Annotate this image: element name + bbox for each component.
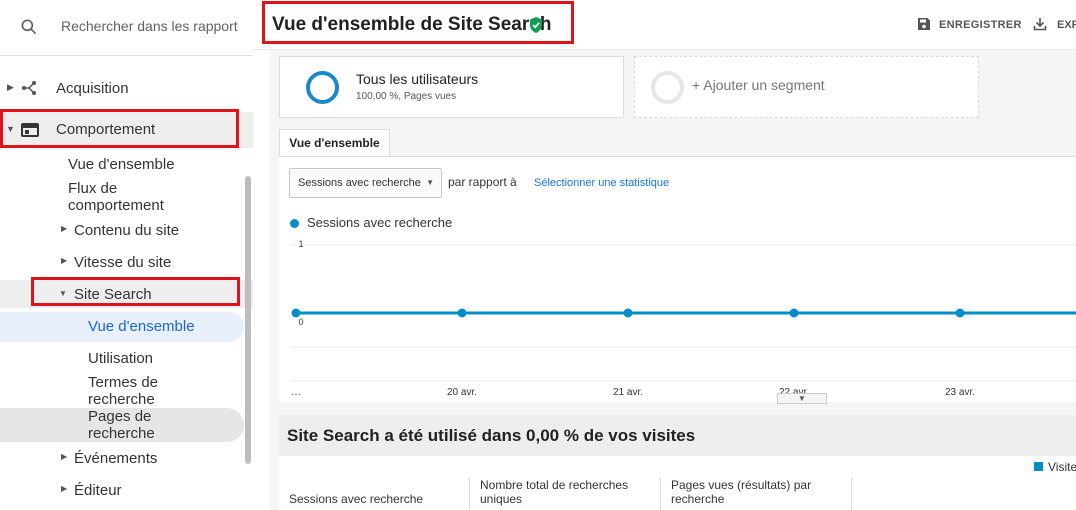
sidebar-item-contenu-site[interactable]: ▶ Contenu du site [0,218,253,242]
report-header: Vue d'ensemble de Site Search ENREGISTRE… [253,0,1076,50]
sidebar-item-vitesse-site[interactable]: ▶ Vitesse du site [0,250,253,274]
sidebar-item-label: Vue d'ensemble [88,318,195,335]
sidebar-item-label: Utilisation [88,350,154,367]
metric-total-searches[interactable]: Nombre total de recherches uniques [480,478,650,506]
verified-shield-icon [530,17,542,33]
sidebar-item-label: Acquisition [56,80,129,97]
select-stat-link[interactable]: Sélectionner une statistique [534,177,669,189]
sidebar-search[interactable]: Rechercher dans les rapport [0,0,253,56]
tab-overview[interactable]: Vue d'ensemble [279,129,390,157]
sidebar-item-label: Vue d'ensemble [68,156,175,173]
compare-label: par rapport à [448,175,517,189]
acquisition-icon [22,81,36,95]
sidebar-item-label: Comportement [56,121,156,138]
sidebar: Rechercher dans les rapport ▶ Acquisitio… [0,0,253,510]
add-segment-button[interactable]: + Ajouter un segment [634,56,979,118]
x-tick-label: 21 avr. [613,387,643,398]
metric-divider [851,478,852,510]
sidebar-item-evenements[interactable]: ▶ Événements [0,446,253,470]
caret-down-icon: ▼ [59,289,67,298]
save-label: ENREGISTRER [939,19,1022,31]
sidebar-item-label: Vitesse du site [74,254,172,271]
caret-down-icon: ▼ [6,124,15,134]
sidebar-item-label: Contenu du site [74,222,180,239]
sidebar-item-label: Flux de comportement [68,180,164,214]
metric-divider [660,478,661,510]
segment-all-users[interactable]: Tous les utilisateurs 100,00 %, Pages vu… [279,56,624,118]
metric-select[interactable]: Sessions avec recherche ▼ [289,168,442,198]
sidebar-item-ss-pages[interactable]: Pages de recherche [0,408,244,442]
caret-right-icon: ▶ [61,224,68,233]
sidebar-item-vue-ensemble[interactable]: Vue d'ensemble [0,154,253,176]
sidebar-item-acquisition[interactable]: ▶ Acquisition [0,74,253,102]
save-button[interactable]: ENREGISTRER [917,17,1022,35]
caret-right-icon: ▶ [61,452,68,461]
x-tick-label: 20 avr. [447,387,477,398]
data-point [955,308,965,318]
download-icon [1033,18,1047,31]
chevron-down-icon: ▼ [426,178,434,187]
page-title: Vue d'ensemble de Site Search [272,14,552,35]
sidebar-item-flux-comportement[interactable]: Flux de comportement [0,178,253,214]
export-button[interactable]: EXPORTER [1033,17,1076,35]
sidebar-item-ss-utilisation[interactable]: Utilisation [0,346,253,370]
segment-title: Tous les utilisateurs [356,71,479,87]
sidebar-item-site-search[interactable]: ▼ Site Search [0,280,253,308]
metric-sessions[interactable]: Sessions avec recherche [289,492,423,506]
sidebar-item-label: Pages de recherche [88,408,155,442]
segment-ring-empty-icon [651,71,684,104]
caret-right-icon: ▶ [61,256,68,265]
summary-bar: Site Search a été utilisé dans 0,00 % de… [279,415,1076,456]
search-icon[interactable] [19,17,39,37]
report-main: Tous les utilisateurs 100,00 %, Pages vu… [270,50,1076,510]
x-tick-label: 23 avr. [945,387,975,398]
y-tick-label: 0 [298,317,303,327]
visits-legend: Visites [1034,460,1076,474]
caret-right-icon: ▶ [61,484,68,493]
metric-pages-per-search[interactable]: Pages vues (résultats) par recherche [671,478,841,506]
sidebar-scrollbar[interactable] [245,176,251,464]
save-icon [918,18,930,30]
line-chart[interactable]: 10…20 avr.21 avr.22 avr.23 avr. [279,235,1076,405]
sidebar-item-label: Événements [74,450,158,467]
sidebar-item-label: Éditeur [74,482,122,499]
search-input[interactable]: Rechercher dans les rapport [61,18,238,34]
data-point [457,308,467,318]
behavior-icon [21,123,39,137]
segment-subtitle: 100,00 %, Pages vues [356,91,457,102]
summary-title: Site Search a été utilisé dans 0,00 % de… [287,426,696,445]
sidebar-item-ss-vue-ensemble[interactable]: Vue d'ensemble [0,312,244,342]
overview-panel: Sessions avec recherche ▼ par rapport à … [279,156,1076,402]
sidebar-item-label: Termes de recherche [88,374,159,408]
data-point [789,308,799,318]
metric-divider [469,478,470,510]
legend-swatch [1034,462,1043,471]
sidebar-item-editeur[interactable]: ▶ Éditeur [0,478,253,502]
data-point [291,308,301,318]
y-tick-label: 1 [298,239,303,249]
legend-dot [290,219,299,228]
export-label: EXPORTER [1057,19,1076,31]
data-point [623,308,633,318]
x-tick-label: … [291,387,301,398]
metric-select-value: Sessions avec recherche [298,177,421,189]
sidebar-item-label: Site Search [74,286,152,303]
sidebar-item-comportement[interactable]: ▼ Comportement [0,112,253,148]
caret-right-icon: ▶ [7,82,14,92]
sidebar-item-ss-termes[interactable]: Termes de recherche [0,372,253,408]
metrics-area: Visites Sessions avec recherche Nombre t… [279,456,1076,510]
add-segment-label: + Ajouter un segment [692,77,825,93]
chart-resize-handle[interactable]: ▼ [777,393,827,404]
legend-label: Sessions avec recherche [307,215,453,230]
visits-legend-label: Visites [1048,460,1076,474]
segment-ring-icon [306,71,339,104]
